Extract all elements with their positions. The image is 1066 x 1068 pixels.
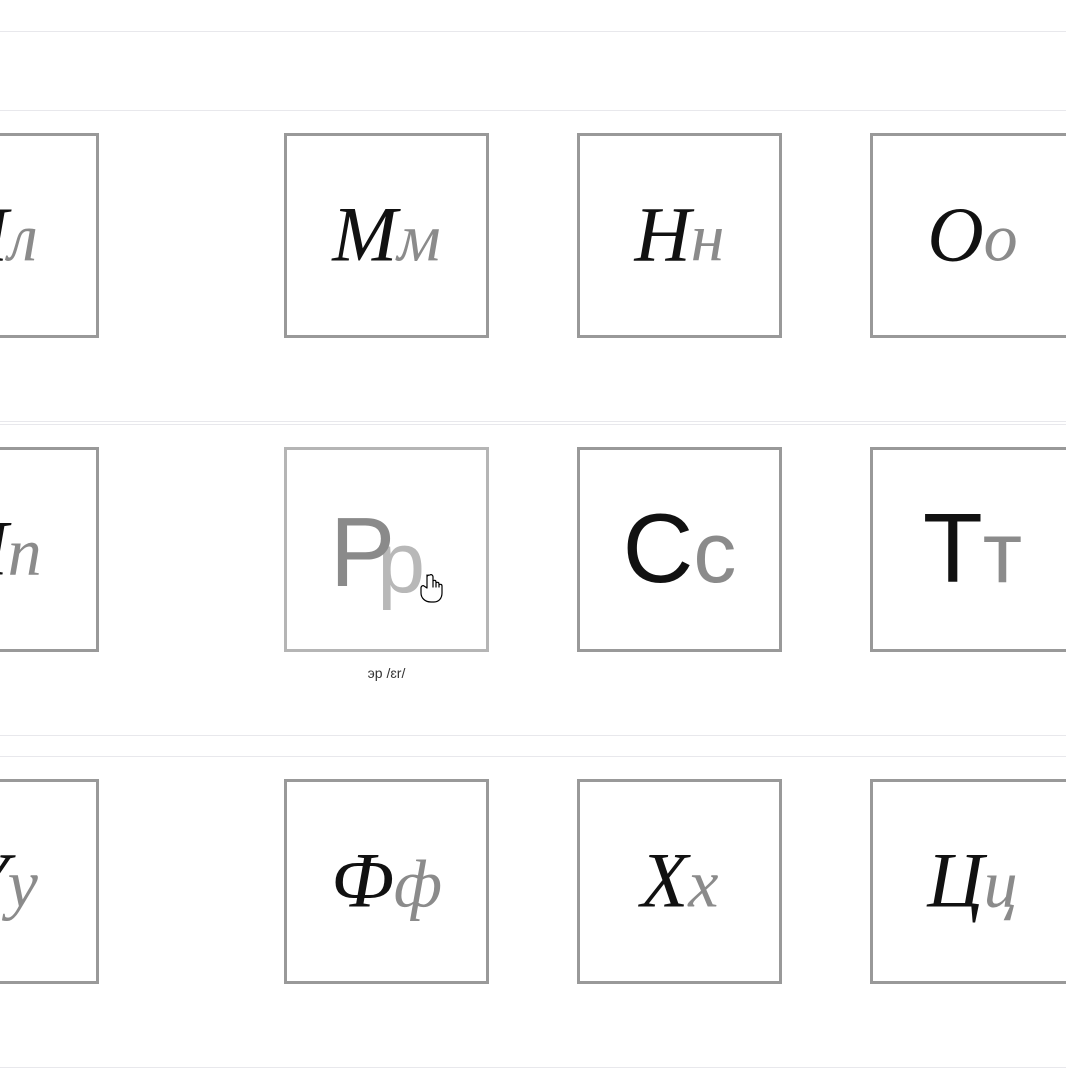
uppercase-glyph: Ц xyxy=(927,836,983,923)
lowercase-glyph: л xyxy=(8,199,38,275)
letter-tile-p[interactable]: Пп xyxy=(0,447,99,652)
uppercase-glyph: Н xyxy=(634,190,690,277)
uppercase-glyph: О xyxy=(927,190,983,277)
letter-tile-s[interactable]: Сс xyxy=(577,447,782,652)
uppercase-glyph: Л xyxy=(0,190,8,277)
letter-tile[interactable]: Уу xyxy=(0,779,99,984)
lowercase-glyph: о xyxy=(984,199,1018,275)
letter-tile-n[interactable]: Нн xyxy=(577,133,782,338)
uppercase-glyph: У xyxy=(0,836,8,923)
lowercase-glyph: п xyxy=(8,513,42,589)
letter-tile[interactable]: Хх xyxy=(577,779,782,984)
lowercase-glyph: м xyxy=(397,199,440,275)
letter-tile[interactable]: Цц xyxy=(870,779,1066,984)
letter-tile-o[interactable]: Оо xyxy=(870,133,1066,338)
uppercase-glyph: М xyxy=(332,190,397,277)
alphabet-row: Уу Фф Хх Цц xyxy=(0,756,1066,1068)
alphabet-row: Пп Рр эр /ɛr/ Сс Тт xyxy=(0,424,1066,736)
lowercase-glyph: ц xyxy=(984,845,1018,921)
alphabet-row: Лл Мм Нн Оо xyxy=(0,110,1066,422)
uppercase-glyph: Ф xyxy=(331,836,394,923)
letter-tile-m[interactable]: Мм xyxy=(284,133,489,338)
uppercase-glyph: Т xyxy=(923,493,983,603)
uppercase-glyph: Р xyxy=(330,496,395,606)
lowercase-glyph: с xyxy=(693,505,736,601)
uppercase-glyph: С xyxy=(623,493,694,603)
alphabet-row: Зз Ии Йй Кк xyxy=(0,0,1066,32)
lowercase-glyph: ф xyxy=(394,845,442,921)
lowercase-glyph: х xyxy=(688,845,718,921)
lowercase-glyph: н xyxy=(691,199,725,275)
letter-tile-l[interactable]: Лл xyxy=(0,133,99,338)
lowercase-glyph: у xyxy=(8,845,38,921)
letter-tile[interactable]: Фф xyxy=(284,779,489,984)
uppercase-glyph: Х xyxy=(641,836,689,923)
letter-tile-t[interactable]: Тт xyxy=(870,447,1066,652)
letter-tile-r[interactable]: Рр эр /ɛr/ xyxy=(284,447,489,652)
letter-caption: эр /ɛr/ xyxy=(287,665,486,681)
lowercase-glyph: т xyxy=(983,505,1022,601)
